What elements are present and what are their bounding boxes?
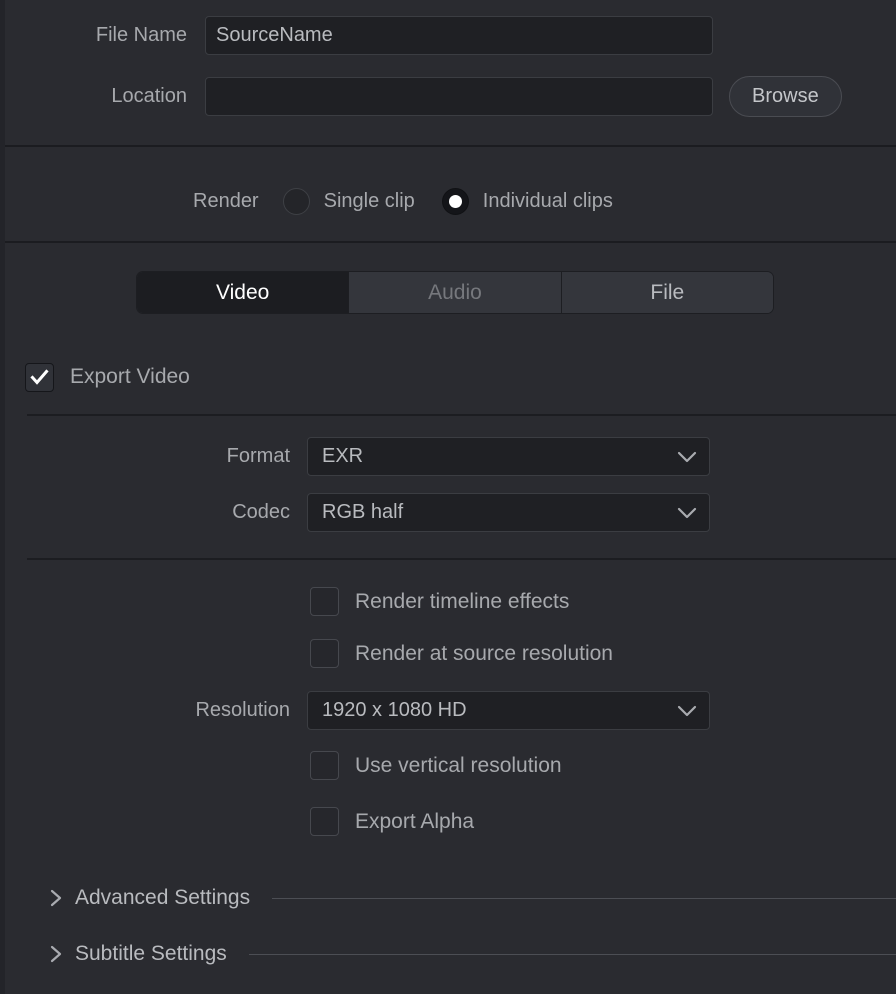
render-at-source-resolution-label: Render at source resolution — [355, 641, 613, 665]
format-dropdown[interactable]: EXR — [307, 437, 710, 476]
settings-tabbar: Video Audio File — [137, 272, 773, 313]
export-alpha-checkbox[interactable] — [310, 807, 339, 836]
chevron-down-icon — [675, 704, 699, 718]
separator-export-video — [27, 414, 896, 416]
resolution-row: Resolution 1920 x 1080 HD — [5, 691, 896, 730]
radio-single-clip-label: Single clip — [323, 189, 415, 212]
location-row: Location Browse — [5, 76, 896, 117]
codec-value: RGB half — [322, 501, 404, 523]
subtitle-settings-section[interactable]: Subtitle Settings — [49, 940, 896, 968]
chevron-right-icon — [49, 888, 63, 908]
export-video-label: Export Video — [70, 365, 190, 388]
export-video-checkbox[interactable] — [25, 362, 54, 392]
render-at-source-resolution-checkbox[interactable] — [310, 639, 339, 668]
separator-render-mode — [5, 241, 896, 243]
radio-individual-clips-label: Individual clips — [482, 189, 613, 212]
format-label: Format — [226, 445, 290, 467]
render-mode-label: Render — [193, 189, 259, 212]
resolution-dropdown[interactable]: 1920 x 1080 HD — [307, 691, 710, 730]
resolution-label: Resolution — [195, 699, 290, 721]
format-row: Format EXR — [5, 437, 896, 476]
format-value: EXR — [322, 445, 364, 467]
chevron-down-icon — [675, 450, 699, 464]
advanced-settings-section[interactable]: Advanced Settings — [49, 884, 896, 912]
file-name-label: File Name — [95, 24, 187, 46]
render-at-source-resolution-row: Render at source resolution — [310, 639, 613, 668]
separator-output — [5, 145, 896, 147]
file-name-row: File Name — [5, 16, 896, 55]
resolution-value: 1920 x 1080 HD — [322, 699, 467, 721]
render-mode-row: Render Single clip Individual clips — [5, 186, 896, 216]
render-timeline-effects-checkbox[interactable] — [310, 587, 339, 616]
codec-dropdown[interactable]: RGB half — [307, 493, 710, 532]
advanced-settings-label: Advanced Settings — [75, 886, 251, 909]
tab-file[interactable]: File — [561, 272, 773, 313]
advanced-settings-rule — [272, 897, 896, 899]
use-vertical-resolution-label: Use vertical resolution — [355, 753, 562, 777]
radio-individual-clips[interactable] — [441, 187, 469, 215]
export-alpha-label: Export Alpha — [355, 809, 475, 833]
tab-audio[interactable]: Audio — [349, 272, 562, 313]
export-alpha-row: Export Alpha — [310, 807, 474, 836]
tab-video[interactable]: Video — [137, 272, 350, 313]
radio-single-clip[interactable] — [282, 187, 310, 215]
use-vertical-resolution-checkbox[interactable] — [310, 751, 339, 780]
separator-codec — [27, 558, 896, 560]
codec-row: Codec RGB half — [5, 493, 896, 532]
render-timeline-effects-label: Render timeline effects — [355, 589, 570, 613]
location-label: Location — [111, 85, 187, 107]
file-name-input[interactable] — [205, 16, 713, 55]
subtitle-settings-label: Subtitle Settings — [75, 942, 227, 965]
subtitle-settings-rule — [248, 953, 896, 955]
use-vertical-resolution-row: Use vertical resolution — [310, 751, 562, 780]
export-video-row: Export Video — [25, 362, 190, 392]
browse-button[interactable]: Browse — [729, 76, 842, 117]
render-settings-panel: File Name Location Browse Render Single … — [0, 0, 896, 994]
checkmark-icon — [30, 368, 49, 385]
render-timeline-effects-row: Render timeline effects — [310, 587, 569, 616]
chevron-down-icon — [675, 506, 699, 520]
location-input[interactable] — [205, 77, 713, 116]
codec-label: Codec — [232, 501, 290, 523]
chevron-right-icon — [49, 944, 63, 964]
